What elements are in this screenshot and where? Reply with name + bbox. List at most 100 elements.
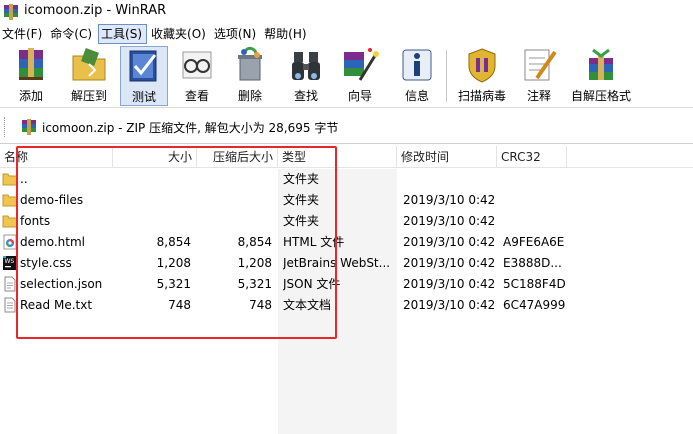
menu-commands[interactable]: 命令(C) xyxy=(48,24,96,44)
delete-recycle-icon xyxy=(238,46,262,81)
file-size: 748 xyxy=(168,298,191,312)
file-crc: A9FE6A6E xyxy=(503,235,565,249)
menu-options[interactable]: 选项(N) xyxy=(212,24,260,44)
text-file-icon xyxy=(4,297,16,313)
view-button[interactable]: 查看 xyxy=(174,46,220,106)
path-bar: icomoon.zip - ZIP 压缩文件, 解包大小为 28,695 字节 xyxy=(0,110,693,144)
column-header: 名称 大小 压缩后大小 类型 修改时间 CRC32 xyxy=(0,146,693,168)
file-row[interactable]: .. 文件夹 xyxy=(0,169,693,190)
file-packed: 748 xyxy=(249,298,272,312)
column-modified[interactable]: 修改时间 xyxy=(397,146,497,168)
toolbar-separator xyxy=(446,50,447,102)
sfx-label: 自解压格式 xyxy=(570,89,631,103)
folder-icon xyxy=(2,194,18,207)
file-name: fonts xyxy=(20,214,51,228)
comment-button[interactable]: 注释 xyxy=(516,46,562,106)
file-row[interactable]: Read Me.txt 748 748 文本文档 2019/3/10 0:42 … xyxy=(0,295,693,316)
file-name: Read Me.txt xyxy=(20,298,93,312)
file-packed: 1,208 xyxy=(237,256,272,270)
file-modified: 2019/3/10 0:42 xyxy=(403,193,496,207)
file-type: JetBrains WebSt... xyxy=(283,256,391,270)
file-size: 8,854 xyxy=(156,235,191,249)
info-label: 信息 xyxy=(404,89,429,103)
file-name: .. xyxy=(20,172,28,186)
test-check-icon xyxy=(129,50,157,82)
column-type[interactable]: 类型 xyxy=(278,146,397,168)
wizard-button[interactable]: 向导 xyxy=(336,46,384,106)
delete-label: 删除 xyxy=(237,89,262,103)
webstorm-file-icon: WS xyxy=(3,256,17,270)
window-title: icomoon.zip - WinRAR xyxy=(24,3,167,18)
json-file-icon xyxy=(4,276,16,292)
sfx-box-icon xyxy=(589,48,613,80)
scan-virus-icon xyxy=(468,48,496,83)
comment-label: 注释 xyxy=(526,89,551,103)
extract-to-button[interactable]: 解压到 xyxy=(64,46,114,106)
file-type: 文件夹 xyxy=(283,172,320,186)
column-name[interactable]: 名称 xyxy=(0,146,113,168)
menu-help[interactable]: 帮助(H) xyxy=(262,24,310,44)
file-row[interactable]: WS style.css 1,208 1,208 JetBrains WebSt… xyxy=(0,253,693,274)
archive-icon xyxy=(22,119,36,135)
file-crc: 5C188F4D xyxy=(503,277,566,291)
toolbar: 添加 解压到 测试 查看 删除 查找 向导 信息 扫描病毒 注释 自解压格式 xyxy=(0,44,693,108)
menu-tools[interactable]: 工具(S) xyxy=(98,24,148,44)
file-type: JSON 文件 xyxy=(283,277,341,291)
test-label: 测试 xyxy=(131,90,156,104)
file-type: 文件夹 xyxy=(283,214,320,228)
file-name: style.css xyxy=(20,256,72,270)
info-icon xyxy=(402,49,432,81)
extract-folder-icon xyxy=(72,48,106,81)
file-type: 文件夹 xyxy=(283,193,320,207)
file-row[interactable]: demo-files 文件夹 2019/3/10 0:42 xyxy=(0,190,693,211)
folder-icon xyxy=(2,173,18,186)
scan-virus-button[interactable]: 扫描病毒 xyxy=(454,46,510,106)
file-crc: 6C47A999 xyxy=(503,298,566,312)
find-label: 查找 xyxy=(293,89,318,103)
file-type: HTML 文件 xyxy=(283,235,345,249)
test-button[interactable]: 测试 xyxy=(120,46,168,106)
column-crc[interactable]: CRC32 xyxy=(497,146,567,168)
wizard-label: 向导 xyxy=(347,89,372,103)
delete-button[interactable]: 删除 xyxy=(226,46,274,106)
file-modified: 2019/3/10 0:42 xyxy=(403,214,496,228)
file-modified: 2019/3/10 0:42 xyxy=(403,235,496,249)
wizard-wand-icon xyxy=(344,48,379,81)
file-type: 文本文档 xyxy=(283,298,332,312)
title-bar: icomoon.zip - WinRAR xyxy=(0,0,693,24)
scan-virus-label: 扫描病毒 xyxy=(457,89,506,103)
svg-text:WS: WS xyxy=(5,258,15,265)
add-books-icon xyxy=(19,48,43,80)
extract-to-label: 解压到 xyxy=(70,89,107,103)
info-button[interactable]: 信息 xyxy=(394,46,440,106)
view-label: 查看 xyxy=(184,89,209,103)
sfx-button[interactable]: 自解压格式 xyxy=(568,46,634,106)
file-row[interactable]: fonts 文件夹 2019/3/10 0:42 xyxy=(0,211,693,232)
pathbar-grip[interactable] xyxy=(4,117,7,137)
menu-favorites[interactable]: 收藏夹(O) xyxy=(149,24,210,44)
add-label: 添加 xyxy=(18,89,43,103)
file-row[interactable]: selection.json 5,321 5,321 JSON 文件 2019/… xyxy=(0,274,693,295)
column-size[interactable]: 大小 xyxy=(113,146,197,168)
winrar-app-icon[interactable] xyxy=(2,3,20,21)
file-name: selection.json xyxy=(20,277,103,291)
html-file-icon xyxy=(3,234,17,250)
file-modified: 2019/3/10 0:42 xyxy=(403,277,496,291)
column-packed[interactable]: 压缩后大小 xyxy=(197,146,278,168)
file-crc: E3888D... xyxy=(503,256,562,270)
file-packed: 8,854 xyxy=(237,235,272,249)
file-size: 1,208 xyxy=(156,256,191,270)
add-button[interactable]: 添加 xyxy=(6,46,56,106)
archive-path-text: icomoon.zip - ZIP 压缩文件, 解包大小为 28,695 字节 xyxy=(42,121,339,135)
menu-file[interactable]: 文件(F) xyxy=(0,24,46,44)
file-modified: 2019/3/10 0:42 xyxy=(403,298,496,312)
find-button[interactable]: 查找 xyxy=(282,46,330,106)
file-name: demo.html xyxy=(20,235,85,249)
file-size: 5,321 xyxy=(156,277,191,291)
menu-bar: 文件(F) 命令(C) 工具(S) 收藏夹(O) 选项(N) 帮助(H) xyxy=(0,24,693,44)
comment-pen-icon xyxy=(524,49,557,81)
file-name: demo-files xyxy=(20,193,84,207)
file-modified: 2019/3/10 0:42 xyxy=(403,256,496,270)
view-glasses-icon xyxy=(182,51,212,79)
file-row[interactable]: demo.html 8,854 8,854 HTML 文件 2019/3/10 … xyxy=(0,232,693,253)
